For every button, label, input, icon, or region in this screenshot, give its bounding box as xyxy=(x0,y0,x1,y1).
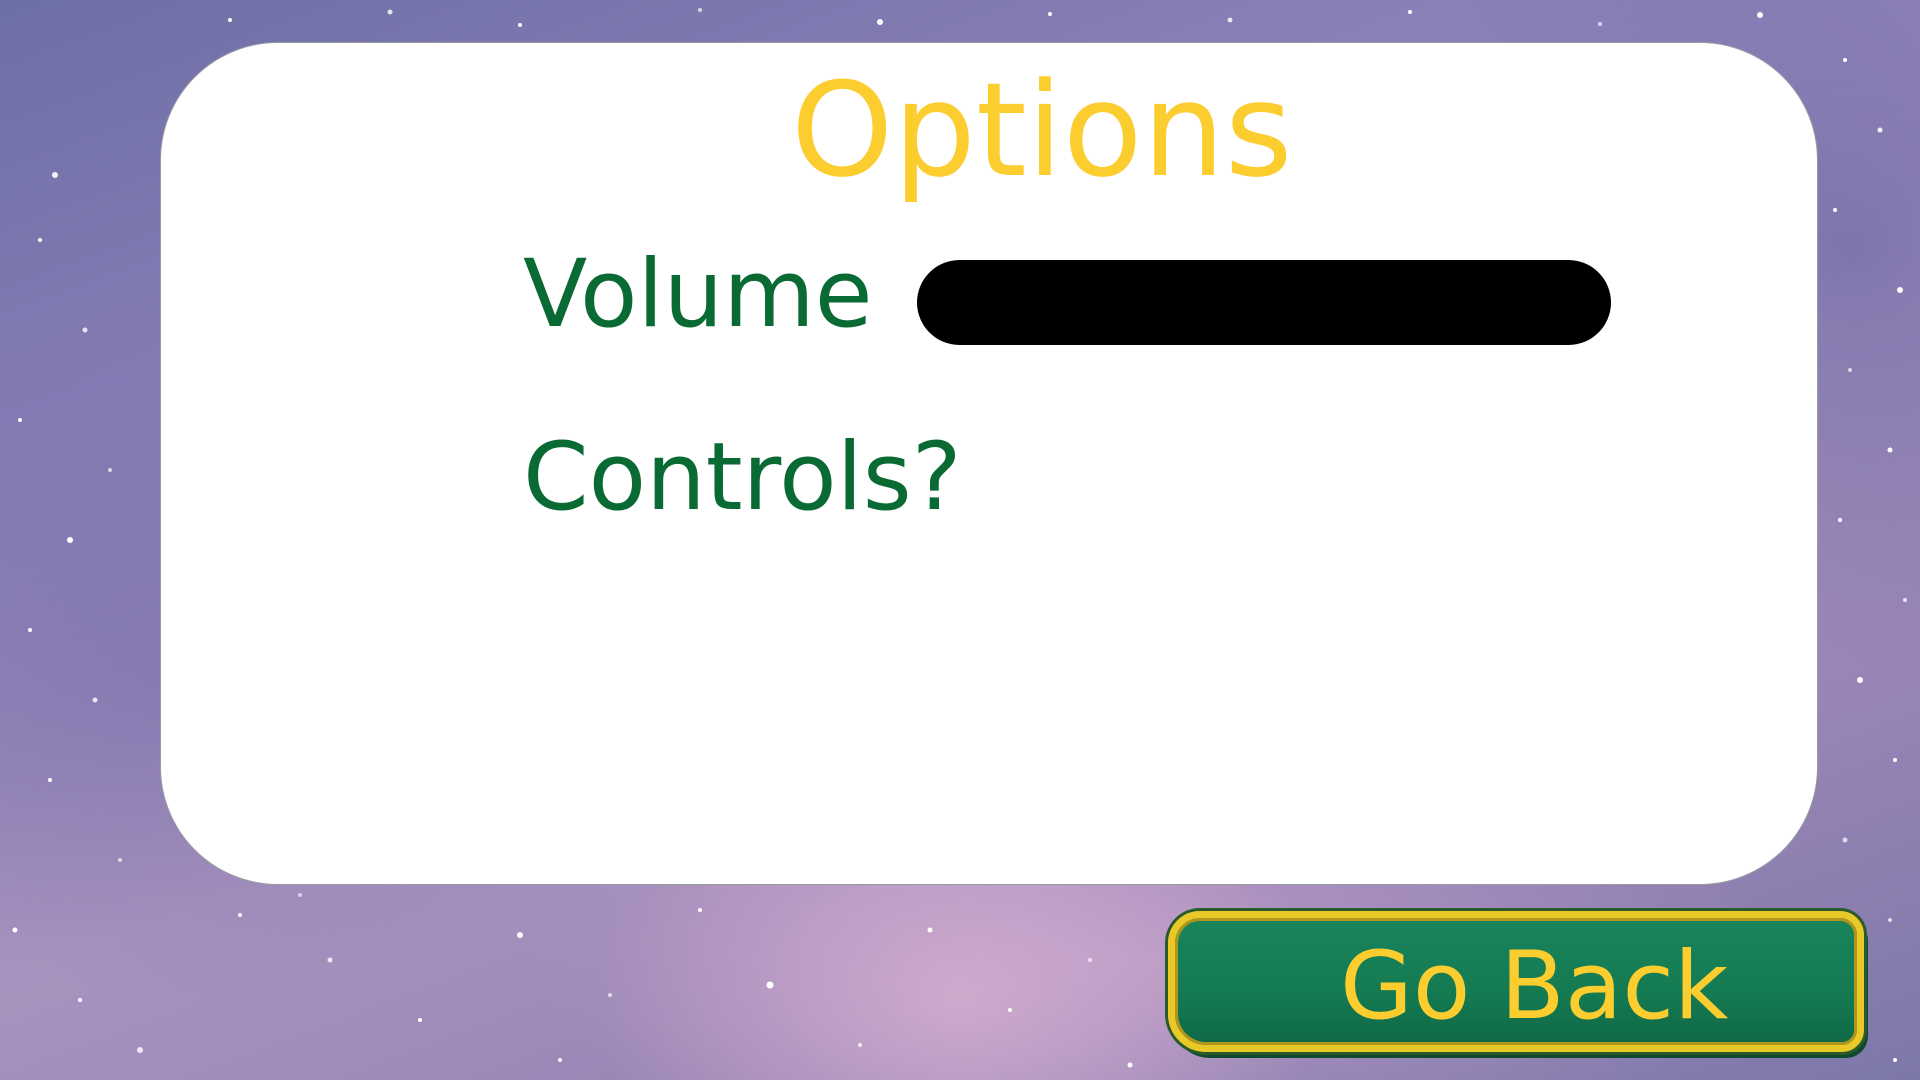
go-back-button-label: Go Back xyxy=(1340,932,1729,1041)
page-title: Options xyxy=(791,54,1293,206)
volume-slider[interactable] xyxy=(917,260,1611,345)
volume-label: Volume xyxy=(523,240,873,349)
controls-option[interactable]: Controls? xyxy=(523,431,962,525)
go-back-button[interactable]: Go Back xyxy=(1168,911,1864,1052)
options-panel: Options Volume Controls? xyxy=(160,42,1818,885)
